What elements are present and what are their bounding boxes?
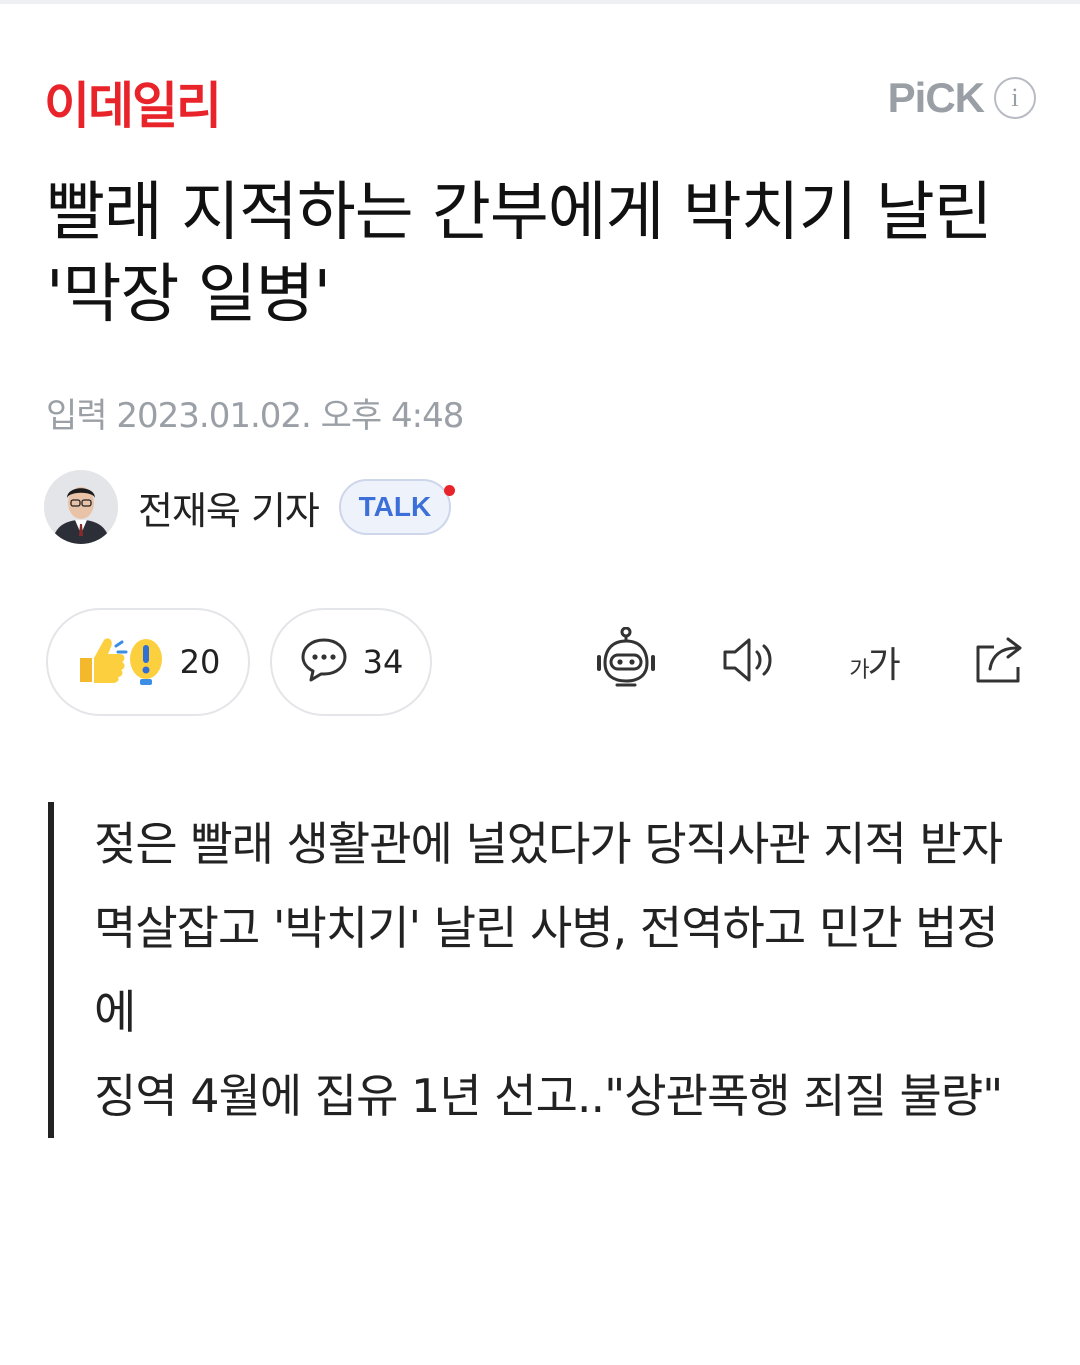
info-icon[interactable]: i: [994, 77, 1036, 119]
comment-button[interactable]: 34: [270, 608, 432, 716]
font-size-button[interactable]: 가가: [836, 626, 912, 698]
talk-button[interactable]: TALK: [338, 479, 455, 535]
comment-count: 34: [362, 643, 404, 681]
tts-button[interactable]: [714, 626, 786, 698]
pick-label: PiCK: [887, 74, 985, 121]
share-button[interactable]: [964, 626, 1036, 698]
summary-line: 멱살잡고 '박치기' 날린 사병, 전역하고 민간 법정에: [94, 901, 999, 1039]
summary-line: 젖은 빨래 생활관에 널었다가 당직사관 지적 받자: [94, 817, 1003, 871]
reaction-button[interactable]: 20: [46, 608, 250, 716]
font-size-icon: 가가: [849, 645, 900, 686]
reporter-name[interactable]: 전재욱 기자: [138, 480, 320, 535]
reporter-info: 전재욱 기자 TALK: [44, 470, 455, 544]
share-icon: [970, 633, 1030, 691]
talk-label: TALK: [358, 491, 432, 522]
article-dateline: 입력 2023.01.02. 오후 4:48: [46, 396, 464, 436]
robot-icon: [591, 626, 661, 697]
reaction-count: 20: [179, 643, 221, 681]
top-divider: [0, 0, 1080, 4]
brand-logo[interactable]: 이데일리: [44, 66, 222, 138]
reporter-avatar[interactable]: [44, 470, 118, 544]
summary-line: 징역 4월에 집유 1년 선고.."상관폭행 죄질 불량": [94, 1069, 1003, 1123]
speech-bubble-icon: [299, 635, 349, 689]
thumbs-up-icon: [76, 632, 166, 692]
speaker-icon: [719, 634, 781, 690]
pick-badge[interactable]: PiCK i: [888, 74, 1036, 122]
article-headline: 빨래 지적하는 간부에게 박치기 날린 '막장 일병': [46, 176, 993, 332]
article-summary: 젖은 빨래 생활관에 널었다가 당직사관 지적 받자 멱살잡고 '박치기' 날린…: [48, 802, 1008, 1138]
summary-bot-button[interactable]: [590, 626, 662, 698]
notification-dot: [443, 485, 455, 496]
